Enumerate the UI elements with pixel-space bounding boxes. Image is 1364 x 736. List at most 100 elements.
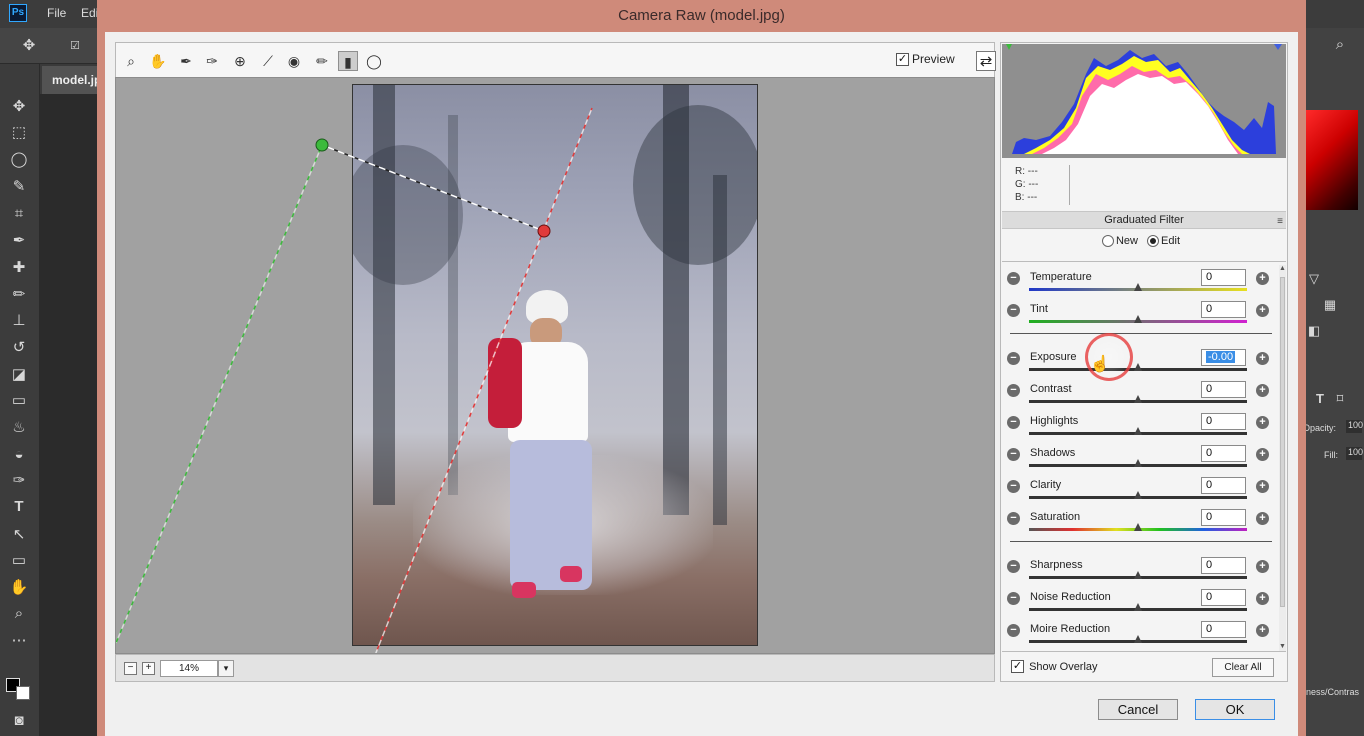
show-overlay-toggle[interactable]: ✓ Show Overlay bbox=[1011, 660, 1098, 673]
slider-minus-button[interactable]: − bbox=[1007, 272, 1020, 285]
slider-plus-button[interactable]: + bbox=[1256, 592, 1269, 605]
show-overlay-checkbox[interactable]: ✓ bbox=[1011, 660, 1024, 673]
more-tools-icon[interactable]: ⋯ bbox=[8, 630, 30, 652]
healing-tool-icon[interactable]: ✚ bbox=[8, 257, 30, 279]
search-icon[interactable]: ⌕ bbox=[1329, 34, 1351, 56]
quick-mask-icon[interactable]: ◙ bbox=[8, 710, 30, 732]
edit-radio[interactable] bbox=[1147, 235, 1160, 248]
slider-minus-button[interactable]: − bbox=[1007, 512, 1020, 525]
slider-plus-button[interactable]: + bbox=[1256, 512, 1269, 525]
slider-thumb[interactable] bbox=[1134, 283, 1142, 291]
slider-thumb[interactable] bbox=[1134, 315, 1142, 323]
slider-plus-button[interactable]: + bbox=[1256, 416, 1269, 429]
zoom-tool-icon[interactable]: ⌕ bbox=[121, 51, 141, 71]
grid-icon[interactable]: ▦ bbox=[1319, 294, 1341, 316]
slider-plus-button[interactable]: + bbox=[1256, 272, 1269, 285]
slider-minus-button[interactable]: − bbox=[1007, 592, 1020, 605]
image-preview[interactable] bbox=[115, 77, 995, 654]
color-sampler-icon[interactable]: ✑ bbox=[202, 51, 222, 71]
slider-thumb[interactable] bbox=[1134, 363, 1142, 371]
targeted-adjustment-icon[interactable]: ⊕ bbox=[230, 51, 250, 71]
cancel-button[interactable]: Cancel bbox=[1098, 699, 1178, 720]
zoom-in-button[interactable]: + bbox=[142, 662, 155, 675]
move-icon[interactable]: ✥ bbox=[18, 35, 40, 57]
slider-value-input[interactable]: 0 bbox=[1201, 381, 1246, 398]
background-color-swatch[interactable] bbox=[16, 686, 30, 700]
slider-value-input[interactable]: 0 bbox=[1201, 269, 1246, 286]
slider-value-input[interactable]: 0 bbox=[1201, 413, 1246, 430]
zoom-level-field[interactable]: 14% bbox=[160, 660, 218, 677]
crop-tool-icon[interactable]: ⌗ bbox=[8, 203, 30, 225]
slider-minus-button[interactable]: − bbox=[1007, 624, 1020, 637]
slider-plus-button[interactable]: + bbox=[1256, 624, 1269, 637]
color-picker-swatch[interactable] bbox=[1306, 110, 1358, 210]
slider-thumb[interactable] bbox=[1134, 459, 1142, 467]
zoom-out-button[interactable]: − bbox=[124, 662, 137, 675]
graduated-filter-overlay[interactable] bbox=[116, 78, 995, 654]
menu-file[interactable]: File bbox=[47, 6, 66, 20]
transform-icon[interactable]: ⌑ bbox=[1329, 388, 1351, 410]
slider-value-input[interactable]: 0 bbox=[1201, 301, 1246, 318]
panel-menu-icon[interactable]: ≡ bbox=[1277, 214, 1283, 230]
dodge-tool-icon[interactable]: ◒ bbox=[8, 444, 30, 466]
slider-value-input[interactable]: -0.00 bbox=[1201, 349, 1246, 366]
slider-value-input[interactable]: 0 bbox=[1201, 509, 1246, 526]
eraser-tool-icon[interactable]: ◪ bbox=[8, 364, 30, 386]
stamp-tool-icon[interactable]: ⊥ bbox=[8, 310, 30, 332]
eyedropper-tool-icon[interactable]: ✒ bbox=[8, 230, 30, 252]
slider-minus-button[interactable]: − bbox=[1007, 448, 1020, 461]
slider-plus-button[interactable]: + bbox=[1256, 448, 1269, 461]
scroll-down-icon[interactable]: ▼ bbox=[1279, 643, 1286, 651]
slider-value-input[interactable]: 0 bbox=[1201, 557, 1246, 574]
opacity-value[interactable]: 100 bbox=[1346, 420, 1363, 433]
adjustment-icon[interactable]: ◧ bbox=[1303, 320, 1325, 342]
type-layer-icon[interactable]: T bbox=[1309, 388, 1331, 410]
zoom-tool-icon[interactable]: ⌕ bbox=[8, 603, 30, 625]
white-balance-icon[interactable]: ✒ bbox=[176, 51, 196, 71]
menu-edit[interactable]: Edi bbox=[81, 6, 98, 20]
slider-thumb[interactable] bbox=[1134, 491, 1142, 499]
slider-thumb[interactable] bbox=[1134, 635, 1142, 643]
zoom-dropdown-button[interactable]: ▾ bbox=[218, 660, 234, 677]
straighten-icon[interactable]: ⟋ bbox=[258, 51, 278, 71]
quick-select-tool-icon[interactable]: ✎ bbox=[8, 176, 30, 198]
preview-toggle[interactable]: ✓ Preview bbox=[896, 52, 955, 70]
slider-value-input[interactable]: 0 bbox=[1201, 477, 1246, 494]
brush-tool-icon[interactable]: ✏ bbox=[8, 284, 30, 306]
ok-button[interactable]: OK bbox=[1195, 699, 1275, 720]
history-brush-icon[interactable]: ↺ bbox=[8, 337, 30, 359]
radial-filter-icon[interactable]: ◯ bbox=[364, 51, 384, 71]
hand-tool-icon[interactable]: ✋ bbox=[148, 51, 168, 71]
slider-thumb[interactable] bbox=[1134, 523, 1142, 531]
slider-value-input[interactable]: 0 bbox=[1201, 621, 1246, 638]
shadow-clipping-icon[interactable] bbox=[1006, 44, 1012, 50]
slider-minus-button[interactable]: − bbox=[1007, 416, 1020, 429]
slider-plus-button[interactable]: + bbox=[1256, 304, 1269, 317]
slider-thumb[interactable] bbox=[1134, 395, 1142, 403]
highlight-clipping-icon[interactable] bbox=[1274, 44, 1282, 50]
slider-minus-button[interactable]: − bbox=[1007, 480, 1020, 493]
move-tool-icon[interactable]: ✥ bbox=[8, 96, 30, 118]
slider-minus-button[interactable]: − bbox=[1007, 304, 1020, 317]
type-tool-icon[interactable]: T bbox=[8, 496, 30, 518]
slider-thumb[interactable] bbox=[1134, 427, 1142, 435]
fullscreen-icon[interactable]: ⇄ bbox=[976, 51, 996, 71]
slider-plus-button[interactable]: + bbox=[1256, 560, 1269, 573]
slider-plus-button[interactable]: + bbox=[1256, 480, 1269, 493]
gradient-tool-icon[interactable]: ▭ bbox=[8, 390, 30, 412]
filter-icon[interactable]: ▽ bbox=[1303, 268, 1325, 290]
fill-value[interactable]: 100 bbox=[1346, 447, 1363, 460]
clear-all-button[interactable]: Clear All bbox=[1212, 658, 1274, 677]
slider-thumb[interactable] bbox=[1134, 571, 1142, 579]
slider-minus-button[interactable]: − bbox=[1007, 560, 1020, 573]
shape-tool-icon[interactable]: ▭ bbox=[8, 550, 30, 572]
scroll-thumb[interactable] bbox=[1280, 277, 1285, 607]
preview-checkbox[interactable]: ✓ bbox=[896, 52, 909, 66]
marquee-tool-icon[interactable]: ⬚ bbox=[8, 122, 30, 144]
adjustment-brush-icon[interactable]: ✏ bbox=[312, 51, 332, 71]
slider-plus-button[interactable]: + bbox=[1256, 384, 1269, 397]
red-pin[interactable] bbox=[537, 224, 551, 238]
blur-tool-icon[interactable]: ♨ bbox=[8, 417, 30, 439]
path-select-icon[interactable]: ↖ bbox=[8, 524, 30, 546]
slider-value-input[interactable]: 0 bbox=[1201, 445, 1246, 462]
